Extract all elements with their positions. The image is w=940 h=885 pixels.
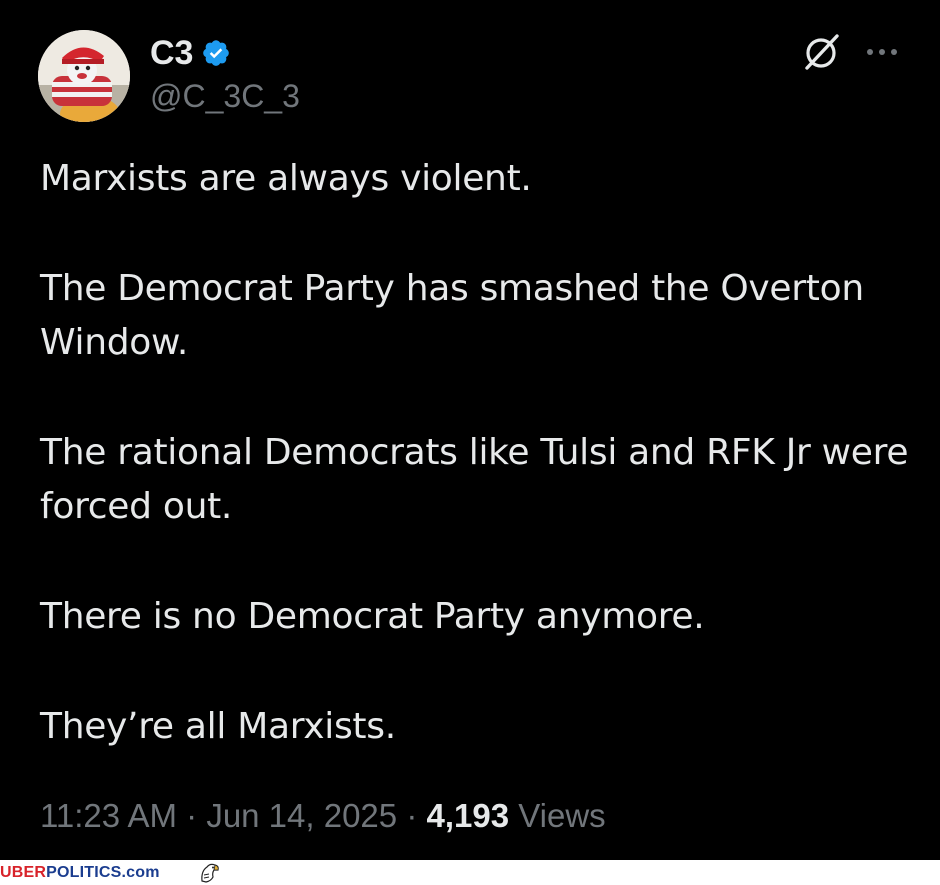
verified-badge-icon [203,40,230,66]
more-options-icon[interactable] [862,40,902,64]
avatar[interactable] [38,30,130,122]
watermark-bar: UBERPOLITICS.com [0,860,940,885]
tweet-meta: 11:23 AM · Jun 14, 2025 · 4,193 Views [40,797,606,835]
tweet-time[interactable]: 11:23 AM [40,797,177,834]
author-handle[interactable]: @C_3C_3 [150,78,300,115]
watermark-uber: UBER [0,864,47,881]
tweet-paragraph: The Democrat Party has smashed the Overt… [40,268,864,363]
tweet-card: C3 @C_3C_3 Marxists are always violent. … [0,0,940,860]
tweet-paragraph: They’re all Marxists. [40,706,396,747]
author-display-name[interactable]: C3 [150,34,193,73]
eagle-icon [201,863,219,883]
tweet-paragraph: The rational Democrats like Tulsi and RF… [40,432,909,527]
watermark-politics: POLITICS [46,864,122,881]
views-label: Views [509,797,606,834]
meta-separator: · [397,797,427,834]
views-count[interactable]: 4,193 [426,797,509,834]
avatar-image [38,30,130,122]
grok-icon[interactable] [800,30,844,74]
tweet-paragraph: There is no Democrat Party anymore. [40,596,705,637]
meta-separator: · [176,797,207,834]
watermark-logo: UBERPOLITICS.com [0,864,160,882]
tweet-text: Marxists are always violent. The Democra… [40,152,910,810]
tweet-date[interactable]: Jun 14, 2025 [206,797,397,834]
watermark-domain: .com [121,864,160,881]
tweet-paragraph: Marxists are always violent. [40,158,532,199]
author-name-row: C3 [150,30,231,76]
